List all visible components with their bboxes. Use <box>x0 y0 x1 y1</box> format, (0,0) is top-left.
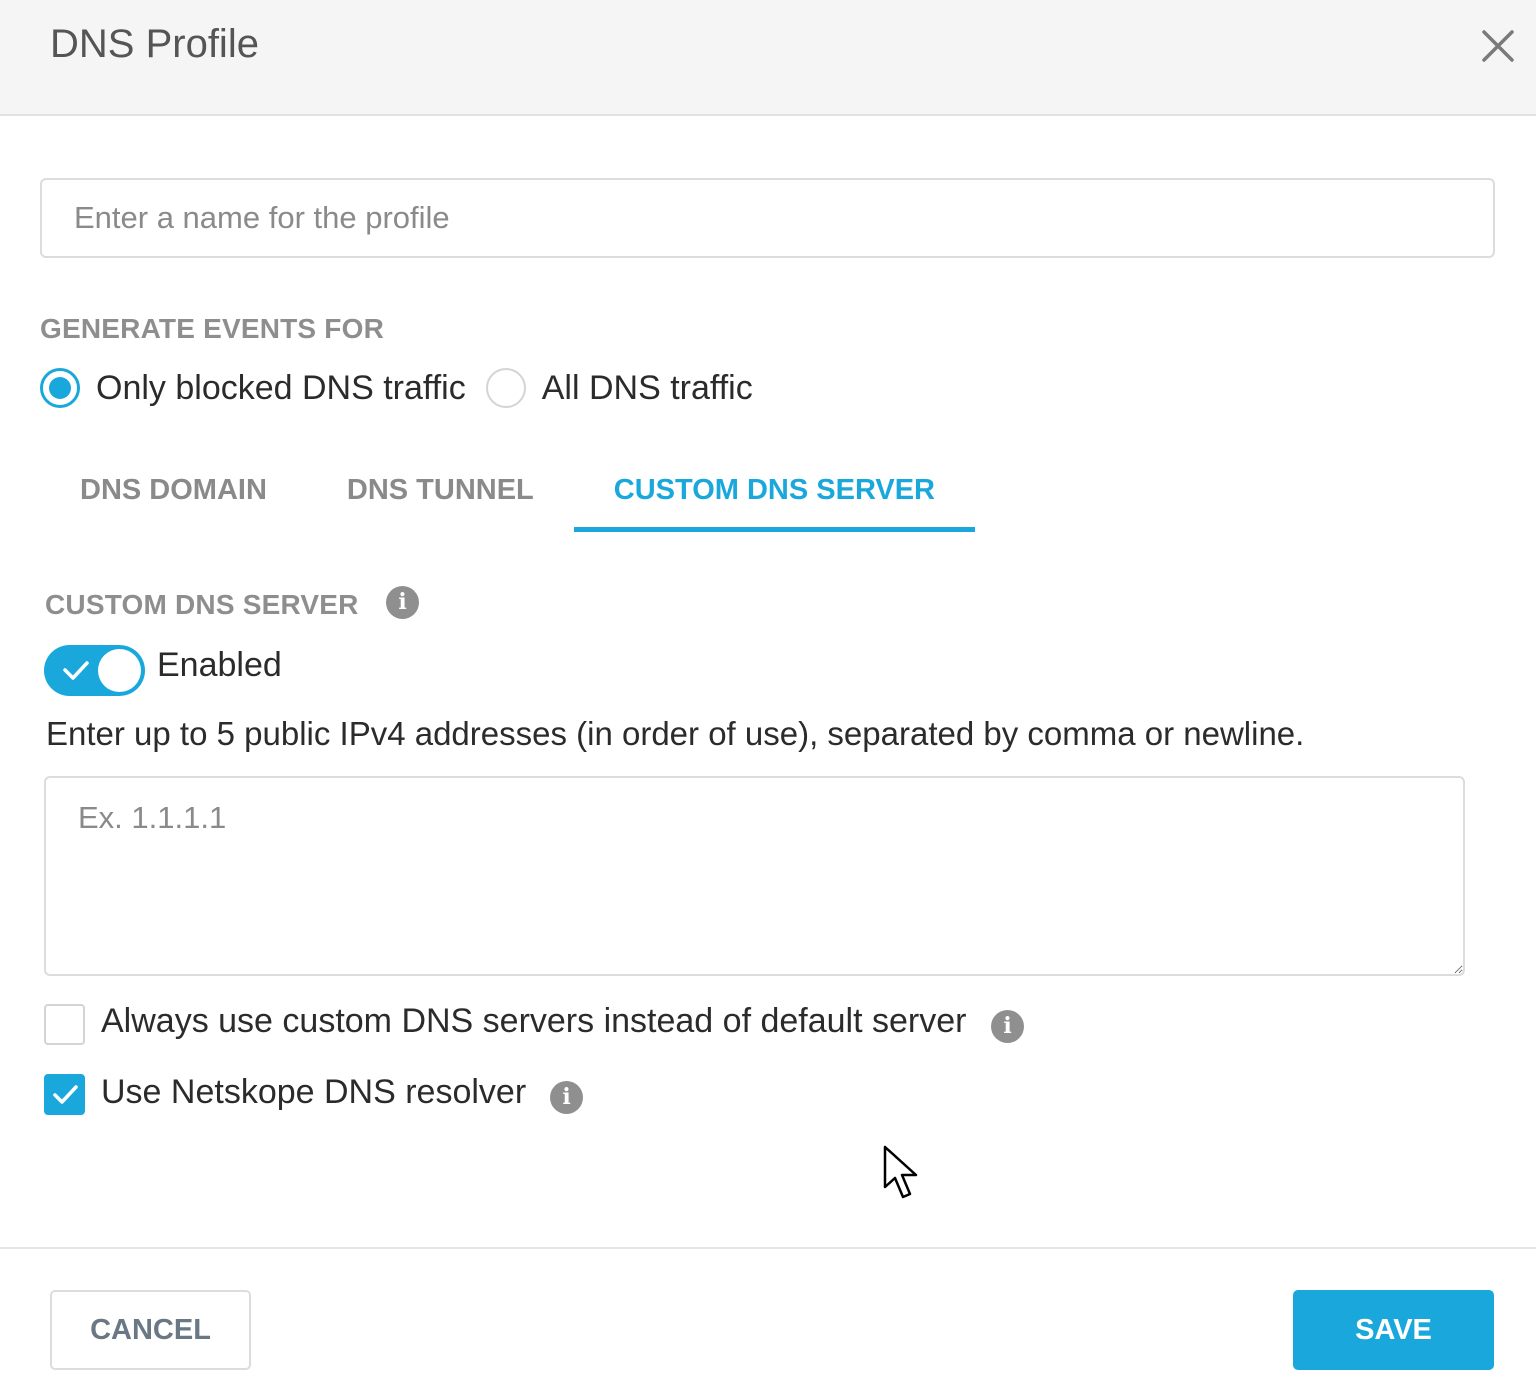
custom-dns-toggle[interactable] <box>44 645 145 696</box>
footer-divider <box>0 1247 1536 1249</box>
netskope-resolver-checkbox[interactable] <box>44 1074 85 1115</box>
toggle-knob <box>98 649 141 692</box>
dialog-header: DNS Profile <box>0 0 1536 116</box>
close-icon[interactable] <box>1474 22 1522 70</box>
tab-dns-tunnel[interactable]: DNS TUNNEL <box>307 460 574 532</box>
radio-only-blocked-label[interactable]: Only blocked DNS traffic <box>96 369 466 408</box>
radio-all-dns-label[interactable]: All DNS traffic <box>542 369 753 408</box>
profile-name-input[interactable] <box>40 178 1495 258</box>
dialog-title: DNS Profile <box>50 22 259 66</box>
radio-all-dns[interactable] <box>485 368 526 408</box>
info-icon[interactable]: i <box>550 1081 583 1114</box>
events-radio-group: Only blocked DNS traffic All DNS traffic <box>40 365 773 411</box>
generate-events-label: GENERATE EVENTS FOR <box>40 313 384 344</box>
toggle-label: Enabled <box>157 646 282 684</box>
mouse-cursor-icon <box>883 1145 918 1199</box>
always-custom-dns-label[interactable]: Always use custom DNS servers instead of… <box>101 1002 966 1041</box>
tab-custom-dns-server[interactable]: CUSTOM DNS SERVER <box>573 460 975 532</box>
check-icon <box>53 1085 78 1104</box>
ip-addresses-textarea[interactable] <box>44 776 1465 976</box>
tab-dns-domain[interactable]: DNS DOMAIN <box>40 460 307 532</box>
netskope-resolver-label[interactable]: Use Netskope DNS resolver <box>101 1073 526 1112</box>
check-icon <box>63 661 89 680</box>
custom-dns-section-label: CUSTOM DNS SERVER <box>45 589 359 620</box>
info-icon[interactable]: i <box>386 586 419 619</box>
cancel-button[interactable]: CANCEL <box>50 1290 251 1370</box>
always-custom-dns-checkbox[interactable] <box>44 1004 85 1045</box>
radio-only-blocked[interactable] <box>40 368 80 408</box>
ip-help-text: Enter up to 5 public IPv4 addresses (in … <box>46 715 1305 752</box>
info-icon[interactable]: i <box>991 1010 1024 1043</box>
save-button[interactable]: SAVE <box>1293 1290 1494 1370</box>
profile-tabs: DNS DOMAIN DNS TUNNEL CUSTOM DNS SERVER <box>40 460 975 532</box>
